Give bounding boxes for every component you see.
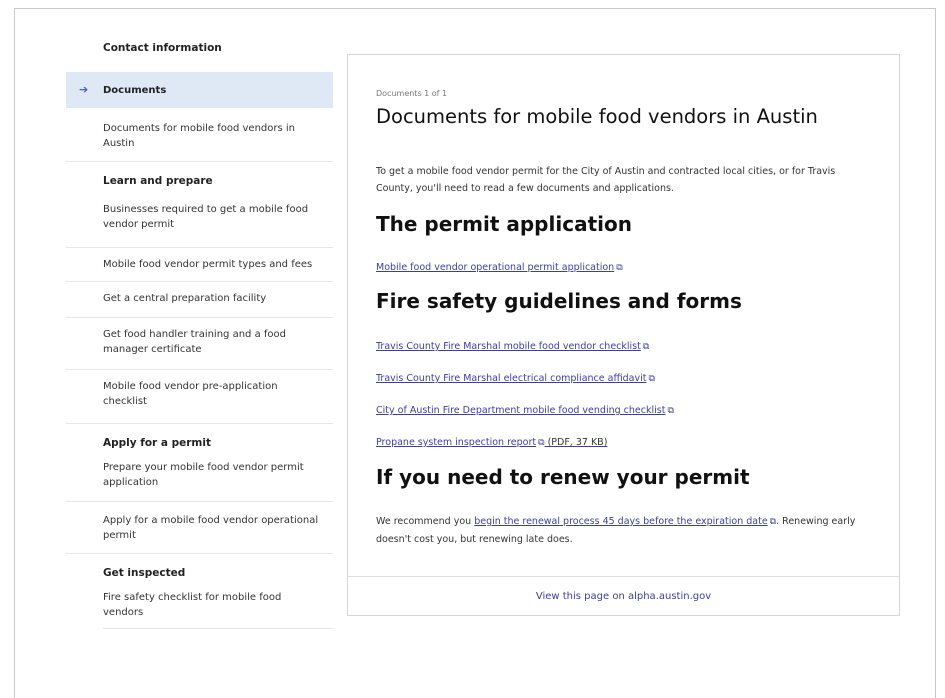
sidebar-item-label: Documents for mobile food vendors in Aus… <box>103 123 295 149</box>
fire-department-checklist-link[interactable]: City of Austin Fire Department mobile fo… <box>376 405 674 416</box>
permit-application-link[interactable]: Mobile food vendor operational permit ap… <box>376 262 623 273</box>
content-card: Documents 1 of 1 Documents for mobile fo… <box>347 54 900 616</box>
sidebar-item-documents-austin[interactable]: Documents for mobile food vendors in Aus… <box>66 108 333 162</box>
sidebar-divider <box>103 628 333 629</box>
sidebar-item-fire-safety[interactable]: Fire safety checklist for mobile food ve… <box>66 584 333 628</box>
sidebar-item-label: Fire safety checklist for mobile food ve… <box>103 592 282 618</box>
sidebar-item-label: Businesses required to get a mobile food… <box>103 204 309 230</box>
sidebar-section-label: Learn and prepare <box>103 175 213 187</box>
link-text: Travis County Fire Marshal electrical co… <box>376 373 647 384</box>
sidebar-section-apply: Apply for a permit <box>66 424 333 454</box>
sidebar-item-permit-types[interactable]: Mobile food vendor permit types and fees <box>66 248 333 282</box>
external-link-icon: ⧉ <box>538 438 545 448</box>
arrow-right-icon: ➔ <box>79 83 89 96</box>
external-link-icon: ⧉ <box>667 406 674 416</box>
renew-text: We recommend you begin the renewal proce… <box>376 513 871 548</box>
sidebar-item-prepare-application[interactable]: Prepare your mobile food vendor permit a… <box>66 454 333 502</box>
link-text: Propane system inspection report <box>376 437 537 448</box>
sidebar-item-label: Mobile food vendor permit types and fees <box>103 259 313 270</box>
external-link-icon: ⧉ <box>616 263 623 273</box>
sidebar-item-label: Get food handler training and a food man… <box>103 329 286 355</box>
intro-text: To get a mobile food vendor permit for t… <box>376 166 836 194</box>
heading-renew-permit: If you need to renew your permit <box>376 465 750 489</box>
sidebar-item-label: Documents <box>103 85 167 96</box>
link-text: Travis County Fire Marshal mobile food v… <box>376 341 641 352</box>
sidebar-item-food-handler[interactable]: Get food handler training and a food man… <box>66 318 333 370</box>
electrical-affidavit-link[interactable]: Travis County Fire Marshal electrical co… <box>376 373 655 384</box>
fire-marshal-checklist-link[interactable]: Travis County Fire Marshal mobile food v… <box>376 341 649 352</box>
sidebar-section-inspect: Get inspected <box>66 554 333 584</box>
propane-report-link[interactable]: Propane system inspection report ⧉ (PDF, … <box>376 437 607 448</box>
sidebar-item-businesses-required[interactable]: Businesses required to get a mobile food… <box>66 194 333 248</box>
external-link-icon: ⧉ <box>642 342 650 352</box>
link-text: City of Austin Fire Department mobile fo… <box>376 405 666 416</box>
sidebar-section-label: Apply for a permit <box>103 437 211 449</box>
sidebar-item-label: Mobile food vendor pre-application check… <box>103 381 278 407</box>
sidebar-item-contact[interactable]: Contact information <box>66 38 333 72</box>
heading-fire-safety: Fire safety guidelines and forms <box>376 289 742 313</box>
sidebar-item-label: Apply for a mobile food vendor operation… <box>103 515 319 541</box>
renewal-process-link[interactable]: begin the renewal process 45 days before… <box>474 516 767 527</box>
sidebar-item-apply-permit[interactable]: Apply for a mobile food vendor operation… <box>66 502 333 554</box>
link-text: Mobile food vendor operational permit ap… <box>376 262 615 273</box>
sidebar-item-documents[interactable]: ➔ Documents <box>66 72 333 108</box>
file-info: (PDF, 37 KB) <box>547 437 608 448</box>
sidebar-nav: Contact information ➔ Documents Document… <box>66 38 333 629</box>
sidebar-item-label: Contact information <box>103 42 222 54</box>
view-on-alpha-link[interactable]: View this page on alpha.austin.gov <box>348 576 899 617</box>
document-counter: Documents 1 of 1 <box>376 89 448 98</box>
sidebar-item-label: Prepare your mobile food vendor permit a… <box>103 462 304 488</box>
sidebar-section-label: Get inspected <box>103 567 186 579</box>
sidebar-item-pre-application[interactable]: Mobile food vendor pre-application check… <box>66 370 333 424</box>
sidebar-item-central-facility[interactable]: Get a central preparation facility <box>66 282 333 318</box>
sidebar-item-label: Get a central preparation facility <box>103 293 267 304</box>
sidebar-section-learn: Learn and prepare <box>66 162 333 194</box>
heading-permit-application: The permit application <box>376 212 632 236</box>
external-link-icon: ⧉ <box>648 374 655 384</box>
renew-text-pre: We recommend you <box>376 516 475 527</box>
page-title: Documents for mobile food vendors in Aus… <box>376 105 818 128</box>
